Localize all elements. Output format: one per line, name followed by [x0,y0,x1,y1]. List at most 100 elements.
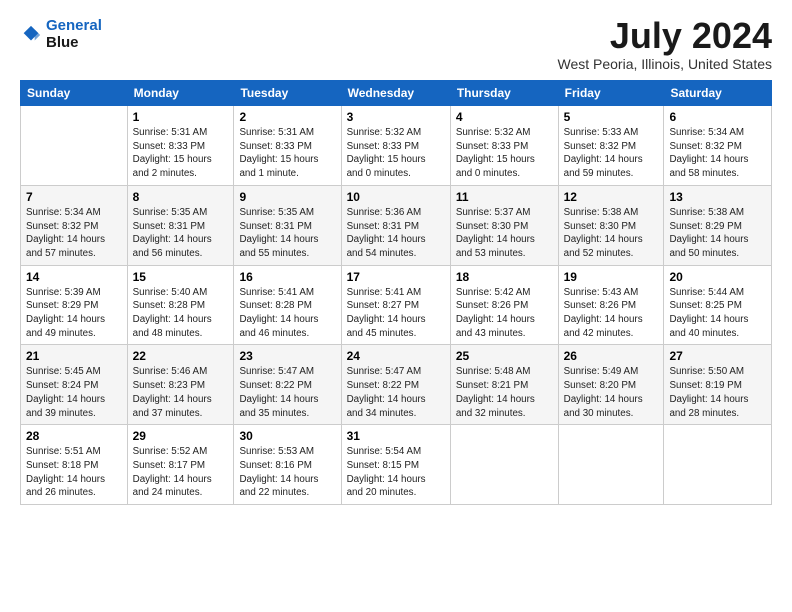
calendar-cell: 14 Sunrise: 5:39 AMSunset: 8:29 PMDayligh… [21,265,128,345]
calendar-cell: 28Sunrise: 5:51 AMSunset: 8:18 PMDayligh… [21,425,128,505]
logo-blue: Blue [46,34,79,51]
day-info: Sunrise: 5:39 AMSunset: 8:29 PMDaylight:… [26,286,122,341]
calendar-cell: 8 Sunrise: 5:35 AMSunset: 8:31 PMDaylight… [127,185,234,265]
calendar-cell: 20Sunrise: 5:44 AMSunset: 8:25 PMDayligh… [664,265,772,345]
calendar-week-4: 21Sunrise: 5:45 AMSunset: 8:24 PMDayligh… [21,345,772,425]
day-number: 14 [26,270,122,284]
calendar-cell: 19 Sunrise: 5:43 AMSunset: 8:26 PMDayligh… [558,265,664,345]
calendar-cell: 24 Sunrise: 5:47 AMSunset: 8:22 PMDayligh… [341,345,450,425]
calendar-cell: 23Sunrise: 5:47 AMSunset: 8:22 PMDayligh… [234,345,341,425]
col-header-saturday: Saturday [664,81,772,106]
day-info: Sunrise: 5:35 AMSunset: 8:31 PMDaylight:… [239,206,335,261]
day-info: Sunrise: 5:49 AMSunset: 8:20 PMDaylight:… [564,365,659,420]
day-number: 29 [133,429,229,443]
day-info: Sunrise: 5:54 AMSunset: 8:15 PMDaylight:… [347,445,445,500]
col-header-friday: Friday [558,81,664,106]
day-info: Sunrise: 5:41 AMSunset: 8:28 PMDaylight:… [239,286,335,341]
day-number: 10 [347,190,445,204]
calendar-cell: 15 Sunrise: 5:40 AMSunset: 8:28 PMDayligh… [127,265,234,345]
day-number: 6 [669,110,766,124]
calendar-cell [664,425,772,505]
day-info: Sunrise: 5:31 AMSunset: 8:33 PMDaylight:… [133,126,229,181]
day-number: 17 [347,270,445,284]
day-info: Sunrise: 5:38 AMSunset: 8:29 PMDaylight:… [669,206,766,261]
day-number: 27 [669,349,766,363]
calendar-cell [558,425,664,505]
calendar-cell: 25 Sunrise: 5:48 AMSunset: 8:21 PMDayligh… [450,345,558,425]
calendar-cell: 17 Sunrise: 5:41 AMSunset: 8:27 PMDayligh… [341,265,450,345]
calendar-cell: 10Sunrise: 5:36 AMSunset: 8:31 PMDayligh… [341,185,450,265]
calendar-cell: 3Sunrise: 5:32 AMSunset: 8:33 PMDaylight… [341,106,450,186]
day-number: 26 [564,349,659,363]
day-number: 2 [239,110,335,124]
day-info: Sunrise: 5:31 AMSunset: 8:33 PMDaylight:… [239,126,335,181]
month-title: July 2024 [557,18,772,54]
day-number: 25 [456,349,553,363]
day-number: 30 [239,429,335,443]
calendar-cell: 2 Sunrise: 5:31 AMSunset: 8:33 PMDaylight… [234,106,341,186]
day-number: 4 [456,110,553,124]
day-info: Sunrise: 5:44 AMSunset: 8:25 PMDaylight:… [669,286,766,341]
day-info: Sunrise: 5:37 AMSunset: 8:30 PMDaylight:… [456,206,553,261]
day-info: Sunrise: 5:33 AMSunset: 8:32 PMDaylight:… [564,126,659,181]
day-number: 19 [564,270,659,284]
calendar-cell: 4 Sunrise: 5:32 AMSunset: 8:33 PMDaylight… [450,106,558,186]
title-block: July 2024 West Peoria, Illinois, United … [557,18,772,72]
day-number: 5 [564,110,659,124]
calendar-cell [450,425,558,505]
day-number: 8 [133,190,229,204]
day-info: Sunrise: 5:53 AMSunset: 8:16 PMDaylight:… [239,445,335,500]
calendar-cell: 31Sunrise: 5:54 AMSunset: 8:15 PMDayligh… [341,425,450,505]
calendar-week-3: 14 Sunrise: 5:39 AMSunset: 8:29 PMDayligh… [21,265,772,345]
day-info: Sunrise: 5:42 AMSunset: 8:26 PMDaylight:… [456,286,553,341]
day-number: 15 [133,270,229,284]
day-number: 24 [347,349,445,363]
col-header-thursday: Thursday [450,81,558,106]
calendar-cell: 13 Sunrise: 5:38 AMSunset: 8:29 PMDayligh… [664,185,772,265]
calendar-cell: 11 Sunrise: 5:37 AMSunset: 8:30 PMDayligh… [450,185,558,265]
day-info: Sunrise: 5:32 AMSunset: 8:33 PMDaylight:… [456,126,553,181]
col-header-wednesday: Wednesday [341,81,450,106]
page: General Blue July 2024 West Peoria, Illi… [0,0,792,612]
day-number: 11 [456,190,553,204]
calendar-cell: 9Sunrise: 5:35 AMSunset: 8:31 PMDaylight… [234,185,341,265]
day-info: Sunrise: 5:32 AMSunset: 8:33 PMDaylight:… [347,126,445,181]
day-number: 22 [133,349,229,363]
day-info: Sunrise: 5:50 AMSunset: 8:19 PMDaylight:… [669,365,766,420]
location-title: West Peoria, Illinois, United States [557,56,772,72]
day-info: Sunrise: 5:41 AMSunset: 8:27 PMDaylight:… [347,286,445,341]
calendar-week-1: 1 Sunrise: 5:31 AMSunset: 8:33 PMDaylight… [21,106,772,186]
day-info: Sunrise: 5:34 AMSunset: 8:32 PMDaylight:… [669,126,766,181]
calendar-cell: 21Sunrise: 5:45 AMSunset: 8:24 PMDayligh… [21,345,128,425]
calendar-cell: 26 Sunrise: 5:49 AMSunset: 8:20 PMDayligh… [558,345,664,425]
logo: General Blue [20,18,102,51]
calendar-cell [21,106,128,186]
day-number: 12 [564,190,659,204]
calendar-cell: 6 Sunrise: 5:34 AMSunset: 8:32 PMDaylight… [664,106,772,186]
day-number: 18 [456,270,553,284]
logo-icon [20,24,42,46]
day-info: Sunrise: 5:52 AMSunset: 8:17 PMDaylight:… [133,445,229,500]
day-number: 21 [26,349,122,363]
day-info: Sunrise: 5:48 AMSunset: 8:21 PMDaylight:… [456,365,553,420]
day-info: Sunrise: 5:40 AMSunset: 8:28 PMDaylight:… [133,286,229,341]
col-header-sunday: Sunday [21,81,128,106]
header: General Blue July 2024 West Peoria, Illi… [20,18,772,72]
calendar-cell: 27 Sunrise: 5:50 AMSunset: 8:19 PMDayligh… [664,345,772,425]
calendar-cell: 12Sunrise: 5:38 AMSunset: 8:30 PMDayligh… [558,185,664,265]
day-number: 1 [133,110,229,124]
calendar-cell: 7Sunrise: 5:34 AMSunset: 8:32 PMDaylight… [21,185,128,265]
day-number: 13 [669,190,766,204]
day-info: Sunrise: 5:35 AMSunset: 8:31 PMDaylight:… [133,206,229,261]
calendar-week-2: 7Sunrise: 5:34 AMSunset: 8:32 PMDaylight… [21,185,772,265]
calendar-header-row: SundayMondayTuesdayWednesdayThursdayFrid… [21,81,772,106]
day-info: Sunrise: 5:43 AMSunset: 8:26 PMDaylight:… [564,286,659,341]
logo-general: General [46,17,102,34]
day-number: 28 [26,429,122,443]
calendar-table: SundayMondayTuesdayWednesdayThursdayFrid… [20,80,772,505]
calendar-week-5: 28Sunrise: 5:51 AMSunset: 8:18 PMDayligh… [21,425,772,505]
logo-text: General Blue [46,18,102,51]
day-number: 23 [239,349,335,363]
day-info: Sunrise: 5:34 AMSunset: 8:32 PMDaylight:… [26,206,122,261]
day-info: Sunrise: 5:47 AMSunset: 8:22 PMDaylight:… [347,365,445,420]
